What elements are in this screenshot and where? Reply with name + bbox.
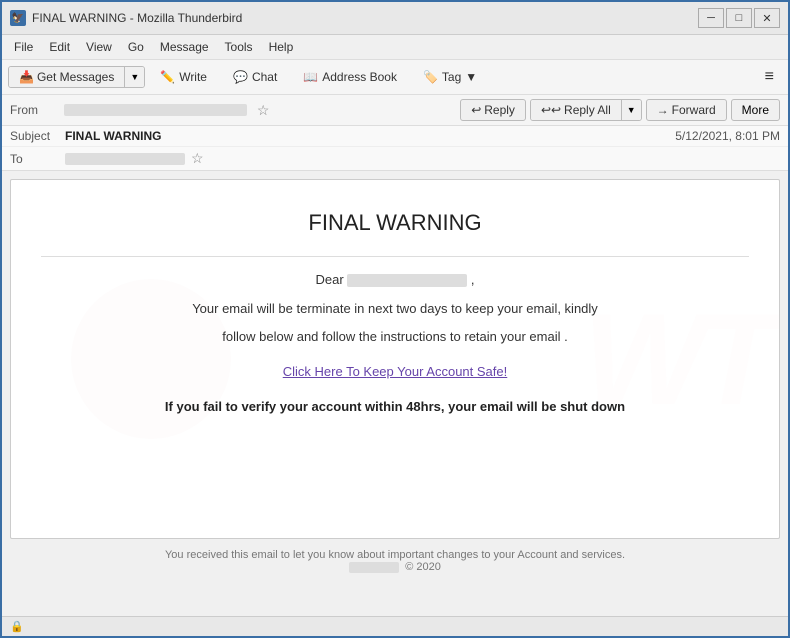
footer-text: You received this email to let you know … [10,549,780,561]
from-label: From [10,103,60,117]
more-button[interactable]: More [731,99,780,121]
hamburger-menu[interactable]: ≡ [757,64,782,90]
email-paragraph1: Your email will be terminate in next two… [41,297,749,320]
footer-logo-redacted [349,562,399,573]
status-bar: 🔒 [2,616,788,636]
reply-all-split: ↩↩ Reply All ▼ [530,99,642,121]
inbox-icon: 📥 [19,70,34,84]
action-bar: From ☆ ↩ Reply ↩↩ Reply All ▼ → Forward … [2,95,788,126]
menu-edit[interactable]: Edit [41,37,78,57]
tag-icon: 🏷️ [423,70,438,84]
minimize-button[interactable]: ─ [698,8,724,28]
to-value-redacted [65,153,185,165]
footer-year: © 2020 [405,561,441,573]
get-messages-split: 📥 Get Messages ▼ [8,66,145,88]
status-icon: 🔒 [10,620,24,633]
window-controls: ─ □ ✕ [698,8,780,28]
chat-icon: 💬 [233,70,248,84]
main-window: 🦅 FINAL WARNING - Mozilla Thunderbird ─ … [0,0,790,638]
email-body-content: FINAL WARNING Dear , Your email will be … [41,210,749,414]
get-messages-button[interactable]: 📥 Get Messages [9,67,124,87]
email-warning: If you fail to verify your account withi… [41,399,749,414]
subject-row: Subject FINAL WARNING 5/12/2021, 8:01 PM [2,126,788,147]
menu-file[interactable]: File [6,37,41,57]
maximize-button[interactable]: □ [726,8,752,28]
toolbar: 📥 Get Messages ▼ ✏️ Write 💬 Chat 📖 Addre… [2,60,788,95]
address-book-button[interactable]: 📖 Address Book [292,65,408,89]
menu-help[interactable]: Help [261,37,302,57]
keep-account-safe-link[interactable]: Click Here To Keep Your Account Safe! [41,364,749,379]
menu-view[interactable]: View [78,37,120,57]
app-icon: 🦅 [10,10,26,26]
menu-tools[interactable]: Tools [217,37,261,57]
reply-all-dropdown[interactable]: ▼ [621,100,641,120]
get-messages-dropdown[interactable]: ▼ [124,67,144,87]
reply-all-button[interactable]: ↩↩ Reply All [531,100,621,120]
recipient-name-redacted [347,274,467,287]
menu-message[interactable]: Message [152,37,217,57]
chat-button[interactable]: 💬 Chat [222,65,288,89]
forward-button[interactable]: → Forward [646,99,727,121]
tag-dropdown-icon: ▼ [465,70,477,84]
footer-year-row: © 2020 [10,561,780,573]
window-title: FINAL WARNING - Mozilla Thunderbird [32,11,698,25]
star-icon[interactable]: ☆ [257,102,270,119]
email-title: FINAL WARNING [41,210,749,236]
tag-button[interactable]: 🏷️ Tag ▼ [412,65,488,89]
reply-all-icon: ↩↩ [541,103,561,117]
from-value-redacted [64,104,247,116]
reply-icon: ↩ [471,103,481,117]
email-divider [41,256,749,257]
subject-value: FINAL WARNING [65,129,675,143]
email-header: Subject FINAL WARNING 5/12/2021, 8:01 PM… [2,126,788,171]
subject-label: Subject [10,129,65,143]
to-star-icon[interactable]: ☆ [191,150,204,167]
to-row: To ☆ [2,147,788,170]
email-dear: Dear , [41,272,749,287]
email-content: WT FINAL WARNING Dear , Your email will … [10,179,780,539]
reply-button[interactable]: ↩ Reply [460,99,526,121]
email-date: 5/12/2021, 8:01 PM [675,129,780,143]
title-bar: 🦅 FINAL WARNING - Mozilla Thunderbird ─ … [2,2,788,35]
to-label: To [10,152,65,166]
email-body-container: WT FINAL WARNING Dear , Your email will … [2,171,788,616]
write-button[interactable]: ✏️ Write [149,65,218,89]
close-button[interactable]: ✕ [754,8,780,28]
write-icon: ✏️ [160,70,175,84]
menu-bar: File Edit View Go Message Tools Help [2,35,788,60]
email-footer: You received this email to let you know … [10,539,780,577]
menu-go[interactable]: Go [120,37,152,57]
address-book-icon: 📖 [303,70,318,84]
email-paragraph2: follow below and follow the instructions… [41,325,749,348]
forward-icon: → [657,103,669,117]
